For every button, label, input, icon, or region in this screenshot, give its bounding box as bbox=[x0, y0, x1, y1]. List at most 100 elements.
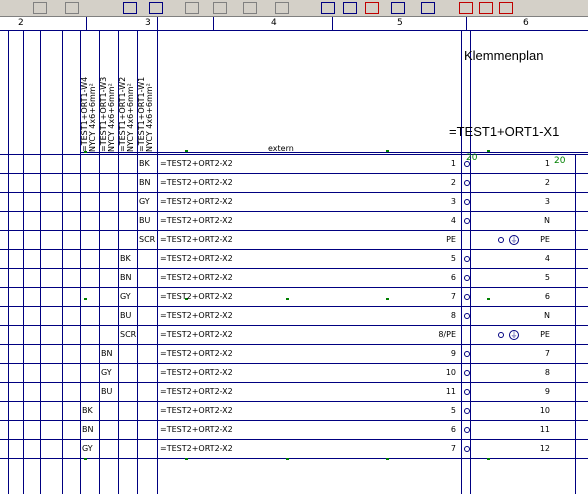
target-terminal: =TEST2+ORT2-X2 bbox=[160, 330, 233, 339]
internal-target: 4 bbox=[544, 254, 550, 263]
cable-header-label: NYCY 4x6+6mm² bbox=[145, 83, 154, 152]
terminal-circle bbox=[464, 275, 470, 281]
target-terminal: =TEST2+ORT2-X2 bbox=[160, 311, 233, 320]
terminal-strip-id: =TEST1+ORT1-X1 bbox=[449, 124, 560, 139]
wire-color: BN bbox=[101, 349, 113, 358]
terminal-circle bbox=[464, 446, 470, 452]
terminal-circle bbox=[464, 427, 470, 433]
internal-target: 8 bbox=[544, 368, 550, 377]
wire-color: BU bbox=[139, 216, 151, 225]
wire-color: GY bbox=[139, 197, 150, 206]
target-terminal: =TEST2+ORT2-X2 bbox=[160, 197, 233, 206]
wire-color: BN bbox=[82, 425, 94, 434]
internal-target: PE bbox=[540, 235, 550, 244]
terminal-circle bbox=[464, 408, 470, 414]
wire-color: BN bbox=[120, 273, 132, 282]
connection-marker bbox=[185, 458, 188, 460]
terminal-number: 5 bbox=[450, 406, 456, 415]
terminal-number: 5 bbox=[450, 254, 456, 263]
connection-marker bbox=[185, 150, 188, 152]
terminal-circle bbox=[464, 370, 470, 376]
internal-target: N bbox=[544, 216, 550, 225]
internal-target: 2 bbox=[544, 178, 550, 187]
ground-icon: ⏚ bbox=[509, 235, 519, 245]
terminal-circle bbox=[464, 218, 470, 224]
wire-color: SCR bbox=[120, 330, 137, 339]
target-terminal: =TEST2+ORT2-X2 bbox=[160, 216, 233, 225]
target-terminal: =TEST2+ORT2-X2 bbox=[160, 387, 233, 396]
wire-color: GY bbox=[82, 444, 93, 453]
terminal-number: 9 bbox=[450, 349, 456, 358]
wire-color: BK bbox=[82, 406, 93, 415]
terminal-circle bbox=[464, 294, 470, 300]
terminal-number: 3 bbox=[450, 197, 456, 206]
wire-color: BN bbox=[139, 178, 151, 187]
terminal-circle bbox=[464, 199, 470, 205]
connection-marker bbox=[386, 458, 389, 460]
target-terminal: =TEST2+ORT2-X2 bbox=[160, 292, 233, 301]
wire-color: SCR bbox=[139, 235, 156, 244]
terminal-circle bbox=[464, 313, 470, 319]
terminal-number: 6 bbox=[450, 273, 456, 282]
wire-color: BK bbox=[139, 159, 150, 168]
connection-marker bbox=[487, 150, 490, 152]
terminal-number: 6 bbox=[450, 425, 456, 434]
connection-marker bbox=[487, 298, 490, 300]
internal-target: 5 bbox=[544, 273, 550, 282]
wire-color: BK bbox=[120, 254, 131, 263]
terminal-number: 1 bbox=[450, 159, 456, 168]
terminal-number: 8/PE bbox=[438, 330, 456, 339]
internal-target: 10 bbox=[539, 406, 550, 415]
ground-icon: ⏚ bbox=[509, 330, 519, 340]
target-terminal: =TEST2+ORT2-X2 bbox=[160, 406, 233, 415]
target-terminal: =TEST2+ORT2-X2 bbox=[160, 368, 233, 377]
target-terminal: =TEST2+ORT2-X2 bbox=[160, 425, 233, 434]
internal-target: PE bbox=[540, 330, 550, 339]
target-terminal: =TEST2+ORT2-X2 bbox=[160, 178, 233, 187]
terminal-number: 7 bbox=[450, 292, 456, 301]
terminal-counter-right: 20 bbox=[554, 156, 566, 166]
terminal-circle bbox=[498, 237, 504, 243]
terminal-number: 8 bbox=[450, 311, 456, 320]
extern-label: extern bbox=[268, 144, 294, 153]
target-terminal: =TEST2+ORT2-X2 bbox=[160, 349, 233, 358]
cable-header-label: NYCY 4x6+6mm² bbox=[107, 83, 116, 152]
terminal-circle bbox=[464, 161, 470, 167]
terminal-grid bbox=[0, 31, 588, 494]
connection-marker bbox=[487, 458, 490, 460]
target-terminal: =TEST2+ORT2-X2 bbox=[160, 444, 233, 453]
cable-header-label: NYCY 4x6+6mm² bbox=[126, 83, 135, 152]
target-terminal: =TEST2+ORT2-X2 bbox=[160, 254, 233, 263]
internal-target: 6 bbox=[544, 292, 550, 301]
wire-color: GY bbox=[101, 368, 112, 377]
target-terminal: =TEST2+ORT2-X2 bbox=[160, 235, 233, 244]
target-terminal: =TEST2+ORT2-X2 bbox=[160, 273, 233, 282]
connection-marker bbox=[84, 298, 87, 300]
wire-color: BU bbox=[120, 311, 132, 320]
terminal-circle bbox=[464, 256, 470, 262]
internal-target: 11 bbox=[539, 425, 550, 434]
terminal-number: 7 bbox=[450, 444, 456, 453]
page-title: Klemmenplan bbox=[464, 48, 544, 63]
internal-target: 7 bbox=[544, 349, 550, 358]
connection-marker bbox=[386, 298, 389, 300]
terminal-circle bbox=[464, 351, 470, 357]
cable-header-label: NYCY 4x6+6mm² bbox=[88, 83, 97, 152]
connection-marker bbox=[286, 298, 289, 300]
terminal-circle bbox=[464, 180, 470, 186]
connection-marker bbox=[84, 458, 87, 460]
internal-target: 9 bbox=[544, 387, 550, 396]
terminal-circle bbox=[464, 389, 470, 395]
internal-target: 3 bbox=[544, 197, 550, 206]
terminal-number: 4 bbox=[450, 216, 456, 225]
terminal-number: 2 bbox=[450, 178, 456, 187]
connection-marker bbox=[286, 458, 289, 460]
terminal-circle bbox=[498, 332, 504, 338]
target-terminal: =TEST2+ORT2-X2 bbox=[160, 159, 233, 168]
connection-marker bbox=[386, 150, 389, 152]
wire-color: GY bbox=[120, 292, 131, 301]
internal-target: N bbox=[544, 311, 550, 320]
terminal-number: 11 bbox=[445, 387, 456, 396]
terminal-number: 10 bbox=[445, 368, 456, 377]
terminal-number: PE bbox=[446, 235, 456, 244]
